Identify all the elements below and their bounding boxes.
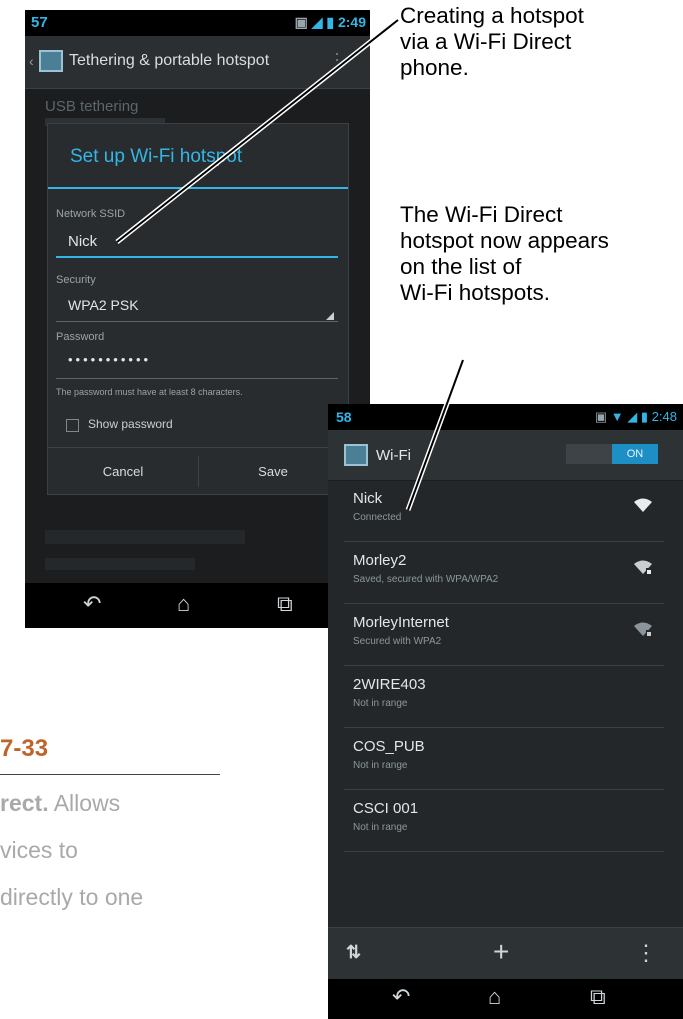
callout-line: via a Wi-Fi Direct	[400, 29, 572, 54]
caption-line-3: directly to one	[0, 884, 144, 910]
leader-line-top	[116, 19, 399, 243]
callout-line: The Wi-Fi Direct	[400, 202, 563, 227]
figure-number: 7-33	[0, 735, 49, 762]
callout-line: hotspot now appears	[400, 228, 609, 253]
callout-line: on the list of	[400, 254, 522, 279]
callout-line: phone.	[400, 55, 469, 80]
caption-line-2: vices to	[0, 837, 78, 863]
figure-rule	[0, 774, 220, 775]
callout-wifi-list: The Wi-Fi Direct hotspot now appears on …	[400, 202, 609, 306]
callout-leader-lines	[115, 18, 466, 511]
leader-line-middle	[407, 359, 464, 511]
callout-line: Wi-Fi hotspots.	[400, 280, 551, 305]
callout-hotspot: Creating a hotspot via a Wi-Fi Direct ph…	[400, 3, 584, 81]
caption-line-1: rect. Allows	[0, 790, 120, 817]
caption-bold: rect.	[0, 790, 49, 816]
callout-line: Creating a hotspot	[400, 3, 584, 28]
caption-text: Allows	[48, 790, 121, 816]
